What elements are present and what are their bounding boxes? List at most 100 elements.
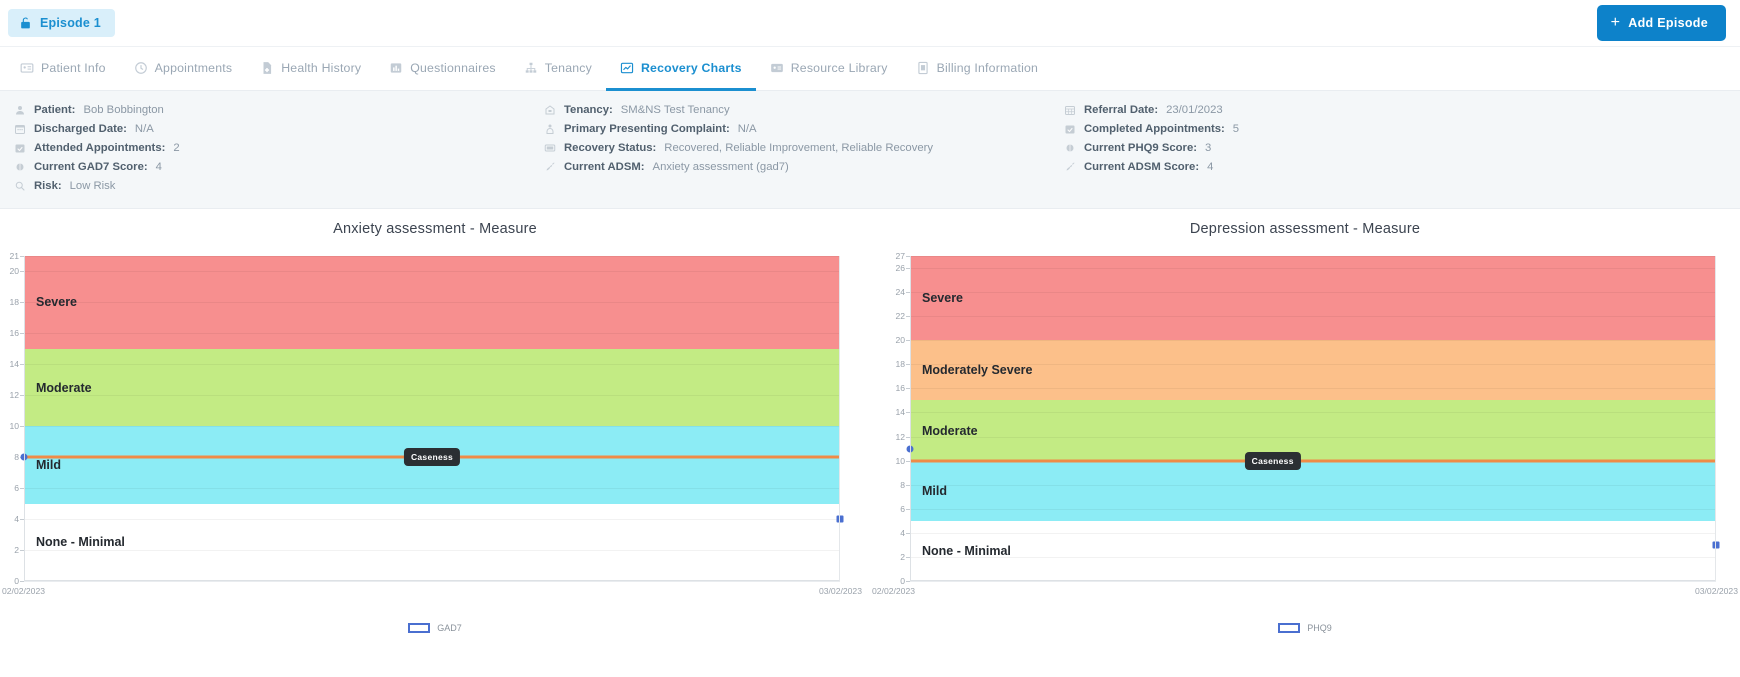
y-tick-label: 27 xyxy=(895,251,905,261)
info-row: Current ADSM Score: 4 xyxy=(1064,158,1450,176)
episode-chip-label: Episode 1 xyxy=(40,16,101,30)
y-tick-label: 6 xyxy=(900,503,905,514)
info-row: Risk: Low Risk xyxy=(14,177,530,195)
info-row: Current PHQ9 Score: 3 xyxy=(1064,139,1450,157)
y-tick-label: 10 xyxy=(9,421,19,432)
chart-legend: PHQ9 xyxy=(870,623,1740,633)
search-icon xyxy=(14,180,26,192)
info-value: N/A xyxy=(134,123,154,135)
y-tick-label: 16 xyxy=(895,383,905,394)
legend-label: GAD7 xyxy=(437,623,462,633)
x-tick-label: 03/02/2023 xyxy=(1694,586,1738,596)
tab-resource-library[interactable]: Resource Library xyxy=(756,48,902,91)
tab-label: Health History xyxy=(281,61,362,75)
info-value: Anxiety assessment (gad7) xyxy=(652,161,789,173)
info-row: Attended Appointments: 2 xyxy=(14,139,530,157)
legend-swatch[interactable] xyxy=(1278,623,1301,633)
y-tick-label: 8 xyxy=(900,479,905,490)
info-label: Discharged Date: xyxy=(34,123,127,135)
chart-title: Anxiety assessment - Measure xyxy=(333,221,537,237)
info-label: Risk: xyxy=(34,180,62,192)
y-tick-label: 22 xyxy=(895,311,905,322)
x-tick-label: 02/02/2023 xyxy=(872,586,916,596)
patient-info-panel: Patient: Bob Bobbington Discharged Date: N/… xyxy=(0,91,1740,209)
chart-anxiety: Anxiety assessment - Measure 0 2 4 6 8 10 12 14 1… xyxy=(0,209,870,639)
info-column-1: Patient: Bob Bobbington Discharged Date: N/… xyxy=(0,101,530,196)
info-value: 3 xyxy=(1205,142,1212,154)
y-tick-label: 8 xyxy=(14,452,19,463)
data-point-layer xyxy=(20,256,844,581)
info-row: Current GAD7 Score: 4 xyxy=(14,158,530,176)
info-value: SM&NS Test Tenancy xyxy=(620,104,730,116)
y-tick-label: 14 xyxy=(895,407,905,418)
info-value: 4 xyxy=(1207,161,1214,173)
info-label: Current ADSM Score: xyxy=(1084,161,1200,173)
y-tick-label: 4 xyxy=(14,514,19,525)
plot-area: 0 2 4 6 8 10 12 14 16 18 20 22 24 26 27 Severe Moderatel… xyxy=(872,251,1738,596)
y-tick-label: 24 xyxy=(895,287,905,298)
address-card-icon xyxy=(770,61,784,75)
plus-icon: + xyxy=(1610,14,1621,31)
chart-legend: GAD7 xyxy=(0,623,870,633)
info-row: Recovery Status: Recovered, Reliable Impr… xyxy=(544,139,1050,157)
calendar-grid-icon xyxy=(1064,104,1076,116)
info-label: Completed Appointments: xyxy=(1084,123,1225,135)
info-value: 2 xyxy=(173,142,180,154)
data-point[interactable] xyxy=(1712,541,1720,549)
tab-recovery-charts[interactable]: Recovery Charts xyxy=(605,48,756,91)
y-tick-label: 21 xyxy=(9,251,19,261)
syringe-icon xyxy=(1064,161,1076,173)
y-tick-label: 6 xyxy=(14,483,19,494)
tab-label: Questionnaires xyxy=(410,61,496,75)
brain-icon xyxy=(14,161,26,173)
tab-appointments[interactable]: Appointments xyxy=(120,48,247,91)
chart-depression: Depression assessment - Measure 0 2 4 6 8 10 12… xyxy=(870,209,1740,639)
y-tick-label: 18 xyxy=(895,359,905,370)
y-tick-label: 14 xyxy=(9,359,19,370)
y-axis xyxy=(910,256,911,581)
id-card-icon xyxy=(20,61,34,75)
data-point-layer xyxy=(906,256,1720,581)
y-tick-label: 20 xyxy=(9,266,19,277)
info-label: Current PHQ9 Score: xyxy=(1084,142,1197,154)
x-tick-label: 02/02/2023 xyxy=(2,586,46,596)
y-tick-label: 26 xyxy=(895,263,905,274)
add-episode-button[interactable]: + Add Episode xyxy=(1596,5,1726,41)
tab-questionnaires[interactable]: Questionnaires xyxy=(375,48,510,91)
x-axis xyxy=(24,580,840,581)
x-axis xyxy=(910,580,1716,581)
legend-swatch[interactable] xyxy=(408,623,431,633)
episode-chip[interactable]: Episode 1 xyxy=(8,9,115,37)
data-point[interactable] xyxy=(836,515,844,523)
info-row: Current ADSM: Anxiety assessment (gad7) xyxy=(544,158,1050,176)
top-bar: Episode 1 + Add Episode xyxy=(0,0,1740,47)
info-label: Recovery Status: xyxy=(564,142,657,154)
sitemap-icon xyxy=(524,61,538,75)
info-value: Recovered, Reliable Improvement, Reliabl… xyxy=(664,142,934,154)
y-axis xyxy=(24,256,25,581)
tab-tenancy[interactable]: Tenancy xyxy=(510,48,606,91)
chart-title: Depression assessment - Measure xyxy=(1189,221,1421,237)
card-icon xyxy=(544,142,556,154)
tab-bar: Patient Info Appointments Health History Qu… xyxy=(0,47,1740,91)
info-label: Attended Appointments: xyxy=(34,142,166,154)
bar-chart-icon xyxy=(389,61,403,75)
person-complaint-icon xyxy=(544,123,556,135)
y-tick-label: 0 xyxy=(14,576,19,586)
tab-patient-info[interactable]: Patient Info xyxy=(6,48,120,91)
info-label: Current GAD7 Score: xyxy=(34,161,148,173)
tab-label: Tenancy xyxy=(544,61,592,75)
y-tick-label: 10 xyxy=(895,455,905,466)
y-tick-label: 20 xyxy=(895,335,905,346)
tab-health-history[interactable]: Health History xyxy=(246,48,375,91)
info-label: Patient: xyxy=(34,104,76,116)
file-medical-icon xyxy=(260,61,274,75)
plot-area: 0 2 4 6 8 10 12 14 16 18 20 21 Severe Moderate Mild Non… xyxy=(2,251,862,596)
y-tick-label: 16 xyxy=(9,328,19,339)
info-label: Tenancy: xyxy=(564,104,613,116)
right-axis-line xyxy=(1715,256,1716,581)
tab-billing-information[interactable]: Billing Information xyxy=(902,48,1053,91)
info-value: 5 xyxy=(1232,123,1240,135)
info-value: 4 xyxy=(155,161,162,173)
tab-label: Patient Info xyxy=(41,61,106,75)
